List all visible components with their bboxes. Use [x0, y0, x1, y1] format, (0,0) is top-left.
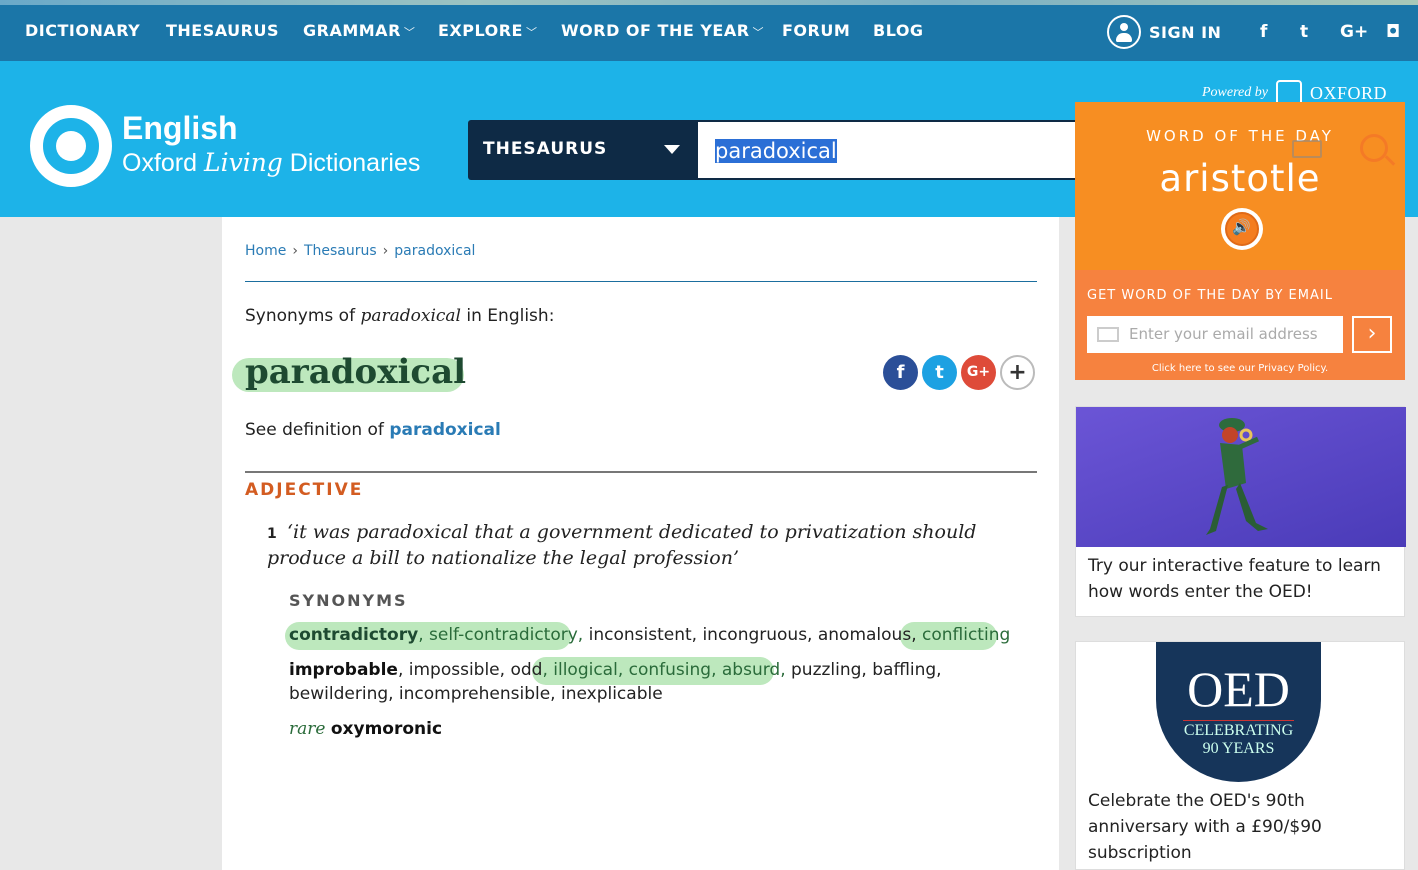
search-input[interactable]: paradoxical: [698, 120, 1078, 180]
audio-speaker-icon[interactable]: [1221, 208, 1263, 250]
synonym-list-line: contradictory, self-contradictory, incon…: [289, 625, 1010, 645]
oed-feature-promo[interactable]: Try our interactive feature to learn how…: [1075, 406, 1406, 617]
breadcrumb-current[interactable]: paradoxical: [394, 243, 475, 259]
synonym-list-line: improbable, impossible, odd, illogical, …: [289, 660, 942, 680]
instagram-icon[interactable]: ◘: [1386, 22, 1400, 42]
part-of-speech: ADJECTIVE: [245, 480, 364, 500]
synonym-oxymoronic[interactable]: oxymoronic: [331, 719, 442, 739]
example-sentence: ‘it was paradoxical that a government de…: [267, 521, 977, 569]
synonym-self-contradictory[interactable]: , self-contradictory,: [418, 625, 583, 645]
synonym-contradictory[interactable]: contradictory: [289, 625, 418, 645]
share-twitter-icon[interactable]: t: [922, 355, 957, 390]
email-field[interactable]: Enter your email address: [1087, 316, 1343, 353]
nav-explore[interactable]: EXPLORE ﹀: [438, 21, 537, 40]
wotd-word[interactable]: aristotle: [1075, 157, 1405, 200]
sign-in-label: SIGN IN: [1149, 22, 1222, 42]
synonym-list-text: , impossible, odd: [397, 660, 543, 680]
definition-link[interactable]: paradoxical: [389, 420, 501, 440]
main-content: Home › Thesaurus › paradoxical Synonyms of p…: [222, 217, 1059, 870]
divider: [245, 471, 1037, 473]
share-google-plus-icon[interactable]: G+: [961, 355, 996, 390]
wotd-email-signup: GET WORD OF THE DAY BY EMAIL Enter your …: [1075, 270, 1405, 380]
top-decoration-strip: [0, 0, 1418, 5]
synonyms-of-heading: Synonyms of paradoxical in English:: [245, 306, 555, 326]
synonym-list-line: bewildering, incomprehensible, inexplica…: [289, 684, 663, 704]
logo-title[interactable]: English: [122, 110, 238, 147]
envelope-icon: [1097, 327, 1119, 342]
synonym-improbable[interactable]: improbable: [289, 660, 398, 680]
wotd-heading: WORD OF THE DAY: [1146, 127, 1334, 145]
logo-subtitle[interactable]: Oxford Living Dictionaries: [122, 148, 420, 178]
breadcrumb-home[interactable]: Home: [245, 243, 286, 259]
breadcrumb: Home › Thesaurus › paradoxical: [245, 243, 475, 259]
chevron-down-icon: ﹀: [752, 26, 765, 39]
nav-word-of-the-year[interactable]: WORD OF THE YEAR ﹀: [561, 21, 764, 40]
divider: [245, 281, 1037, 282]
nav-blog[interactable]: BLOG: [873, 21, 924, 40]
share-more-icon[interactable]: +: [1000, 355, 1035, 390]
search-scope-select[interactable]: THESAURUS: [468, 120, 698, 180]
rare-synonym: rare oxymoronic: [289, 719, 442, 739]
email-submit-button[interactable]: ›: [1352, 316, 1392, 353]
facebook-icon[interactable]: f: [1260, 22, 1267, 42]
keyboard-icon[interactable]: [1292, 140, 1322, 158]
chevron-down-icon: ﹀: [403, 26, 416, 39]
google-plus-icon[interactable]: G+: [1340, 22, 1368, 42]
promo-illustration: [1076, 407, 1406, 547]
oed-90-years-seal: OED CELEBRATING 90 YEARS: [1156, 642, 1321, 782]
breadcrumb-separator: ›: [292, 243, 298, 259]
detective-illustration: [1206, 418, 1268, 535]
breadcrumb-thesaurus[interactable]: Thesaurus: [304, 243, 377, 259]
nav-thesaurus[interactable]: THESAURUS: [166, 21, 279, 40]
chevron-down-icon: ﹀: [525, 26, 538, 39]
dropdown-arrow-icon: [664, 145, 680, 154]
twitter-icon[interactable]: t: [1300, 22, 1308, 42]
share-facebook-icon[interactable]: f: [883, 355, 918, 390]
synonym-confusing[interactable]: confusing,: [623, 660, 717, 680]
nav-dictionary[interactable]: DICTIONARY: [25, 21, 140, 40]
see-definition: See definition of paradoxical: [245, 420, 501, 440]
rare-label: rare: [289, 719, 326, 739]
synonym-absurd[interactable]: absurd,: [716, 660, 786, 680]
nav-forum[interactable]: FORUM: [782, 21, 850, 40]
promo-text: Celebrate the OED's 90th anniversary wit…: [1088, 791, 1322, 863]
sign-in-button[interactable]: SIGN IN: [1107, 15, 1221, 49]
synonyms-heading: SYNONYMS: [289, 591, 408, 610]
privacy-policy-link[interactable]: Click here to see our Privacy Policy.: [1075, 363, 1405, 374]
headword: paradoxical: [245, 352, 467, 392]
nav-grammar[interactable]: GRAMMAR ﹀: [303, 21, 415, 40]
word-of-the-day-panel: WORD OF THE DAY aristotle: [1075, 102, 1405, 270]
logo-mark[interactable]: [30, 105, 112, 187]
user-icon: [1107, 15, 1141, 49]
breadcrumb-separator: ›: [382, 243, 389, 259]
top-navigation: DICTIONARY THESAURUS GRAMMAR ﹀ EXPLORE ﹀ W…: [0, 0, 1418, 61]
search-icon[interactable]: [1360, 134, 1388, 162]
promo-text: Try our interactive feature to learn how…: [1088, 556, 1381, 602]
synonym-conflicting[interactable]: conflicting: [922, 625, 1010, 645]
synonym-list-text: inconsistent, incongruous, anomalous,: [583, 625, 922, 645]
email-signup-label: GET WORD OF THE DAY BY EMAIL: [1087, 288, 1333, 303]
oed-anniversary-promo[interactable]: OED CELEBRATING 90 YEARS Celebrate the OE…: [1075, 641, 1405, 870]
synonym-list-text: puzzling, baffling,: [785, 660, 942, 680]
synonym-illogical[interactable]: , illogical,: [542, 660, 623, 680]
